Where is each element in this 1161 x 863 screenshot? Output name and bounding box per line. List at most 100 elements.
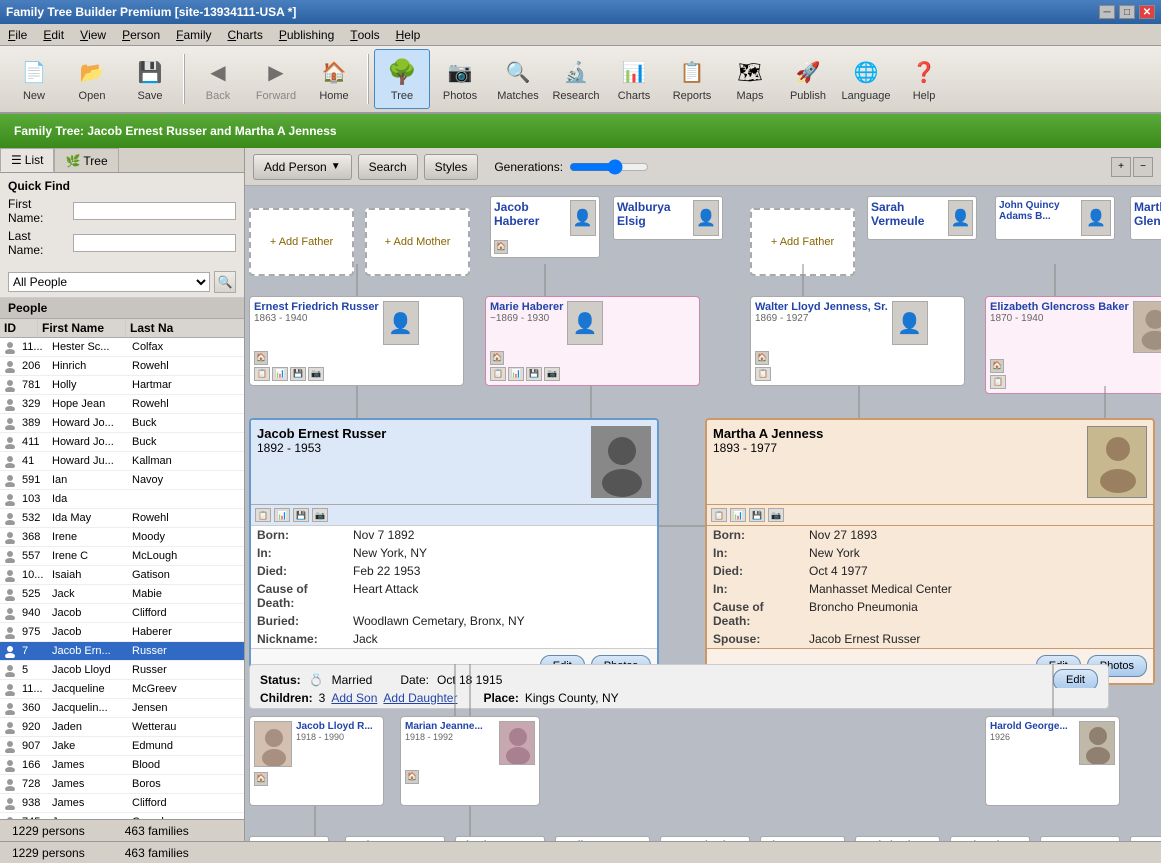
tree-canvas[interactable]: + Add Father + Add Mother Jacob Haberer … [245,186,1161,841]
martha-details-scroll[interactable]: Born: Nov 27 1893 In: New York Died: Oct… [707,526,1153,648]
gc-6-name[interactable]: Paul Lloyd Russer [860,840,935,841]
forward-button[interactable]: ▶ Forward [248,49,304,109]
tab-tree[interactable]: 🌿 Tree [54,148,118,172]
add-father-gp1[interactable]: + Add Father [249,208,354,276]
list-item[interactable]: 938 James Clifford [0,794,244,813]
gc-8-name[interactable]: Karen Ann Russer [1045,840,1115,841]
last-name-input[interactable] [73,234,236,252]
gp-sarah-name[interactable]: Sarah Vermeule [871,200,945,228]
zoom-out-btn[interactable]: − [1133,157,1153,177]
gc-9-name[interactable]: Maureen Teresa Russer [1135,840,1161,841]
gc-3-name[interactable]: Marilyn Ann Russer [560,840,645,841]
titlebar-controls[interactable]: ─ □ ✕ [1099,5,1155,19]
gc-5-name[interactable]: Diane Lynn Russer [765,840,840,841]
gp-john-quincy-name[interactable]: John Quincy Adams B... [999,200,1078,222]
research-button[interactable]: 🔬 Research [548,49,604,109]
gp-jacob-haberer-name[interactable]: Jacob Haberer [494,200,567,228]
walter-action-1[interactable]: 📋 [755,367,771,381]
list-item[interactable]: 10... Isaiah Gatison [0,566,244,585]
gc-7-name[interactable]: Kevin John Russer [955,840,1025,841]
matches-button[interactable]: 🔍 Matches [490,49,546,109]
jacob-act-1[interactable]: 📋 [255,508,271,522]
list-item[interactable]: 368 Irene Moody [0,528,244,547]
list-item[interactable]: 206 Hinrich Rowehl [0,357,244,376]
close-btn[interactable]: ✕ [1139,5,1155,19]
list-item[interactable]: 7 Jacob Ern... Russer [0,642,244,661]
list-item[interactable]: 103 Ida [0,490,244,509]
minimize-btn[interactable]: ─ [1099,5,1115,19]
list-item[interactable]: 907 Jake Edmund [0,737,244,756]
list-item[interactable]: 11... Jacqueline McGreev [0,680,244,699]
menu-family[interactable]: Family [168,24,219,45]
martha-act-4[interactable]: 📷 [768,508,784,522]
back-button[interactable]: ◀ Back [190,49,246,109]
list-item[interactable]: 532 Ida May Rowehl [0,509,244,528]
ernest-name[interactable]: Ernest Friedrich Russer [254,301,379,313]
marie-name[interactable]: Marie Haberer [490,301,563,313]
marie-action-4[interactable]: 📷 [544,367,560,381]
gc-2-name[interactable]: Lloyd W Russer [460,840,540,841]
ernest-action-2[interactable]: 📊 [272,367,288,381]
gp-martha-glencross-name[interactable]: Martha Glencross [1134,200,1161,228]
menu-person[interactable]: Person [114,24,168,45]
ernest-action-4[interactable]: 📷 [308,367,324,381]
gc-0-name[interactable]: s. Russer [254,840,324,841]
list-item[interactable]: 525 Jack Mabie [0,585,244,604]
martha-act-2[interactable]: 📊 [730,508,746,522]
list-item[interactable]: 11... Hester Sc... Colfax [0,338,244,357]
tab-list[interactable]: ☰ List [0,148,54,172]
marie-action-1[interactable]: 📋 [490,367,506,381]
menu-help[interactable]: Help [388,24,429,45]
language-button[interactable]: 🌐 Language [838,49,894,109]
list-item[interactable]: 591 Ian Navoy [0,471,244,490]
reports-button[interactable]: 📋 Reports [664,49,720,109]
list-item[interactable]: 975 Jacob Haberer [0,623,244,642]
add-father-gp2[interactable]: + Add Father [750,208,855,276]
list-item[interactable]: 728 James Boros [0,775,244,794]
martha-act-3[interactable]: 💾 [749,508,765,522]
jacob-act-2[interactable]: 📊 [274,508,290,522]
styles-btn[interactable]: Styles [424,154,479,180]
search-btn[interactable]: 🔍 [214,271,236,293]
jacob-name[interactable]: Jacob Ernest Russer [257,426,585,441]
list-item[interactable]: 41 Howard Ju... Kallman [0,452,244,471]
list-item[interactable]: 920 Jaden Wetterau [0,718,244,737]
child1-name[interactable]: Jacob Lloyd R... [296,721,373,732]
list-item[interactable]: 166 James Blood [0,756,244,775]
jacob-details-scroll[interactable]: Born: Nov 7 1892 In: New York, NY Died: … [251,526,657,648]
list-item[interactable]: 411 Howard Jo... Buck [0,433,244,452]
save-button[interactable]: 💾 Save [122,49,178,109]
add-daughter-link[interactable]: Add Daughter [383,691,457,705]
maps-button[interactable]: 🗺 Maps [722,49,778,109]
martha-name[interactable]: Martha A Jenness [713,426,1081,441]
gc-4-name[interactable]: James Lloyd Russer [665,840,745,841]
menu-tools[interactable]: Tools [342,24,387,45]
list-item[interactable]: 940 Jacob Clifford [0,604,244,623]
menu-file[interactable]: File [0,24,35,45]
ernest-action-3[interactable]: 💾 [290,367,306,381]
gc-1-name[interactable]: Barbara Jeanne Russer [350,840,440,841]
menu-view[interactable]: View [72,24,114,45]
menu-charts[interactable]: Charts [220,24,271,45]
add-son-link[interactable]: Add Son [331,691,377,705]
walter-name[interactable]: Walter Lloyd Jenness, Sr. [755,301,888,313]
jacob-act-3[interactable]: 💾 [293,508,309,522]
list-item[interactable]: 329 Hope Jean Rowehl [0,395,244,414]
first-name-input[interactable] [73,202,236,220]
list-item[interactable]: 781 Holly Hartmar [0,376,244,395]
menu-edit[interactable]: Edit [35,24,72,45]
ernest-action-1[interactable]: 📋 [254,367,270,381]
jacob-act-4[interactable]: 📷 [312,508,328,522]
add-person-btn[interactable]: Add Person ▼ [253,154,352,180]
elizabeth-action-1[interactable]: 📋 [990,375,1006,389]
martha-act-1[interactable]: 📋 [711,508,727,522]
publish-button[interactable]: 🚀 Publish [780,49,836,109]
list-item[interactable]: 5 Jacob Lloyd Russer [0,661,244,680]
help-button[interactable]: ❓ Help [896,49,952,109]
child3-name[interactable]: Harold George... [990,721,1075,732]
list-item[interactable]: 389 Howard Jo... Buck [0,414,244,433]
elizabeth-name[interactable]: Elizabeth Glencross Baker [990,301,1129,313]
maximize-btn[interactable]: □ [1119,5,1135,19]
people-filter-select[interactable]: All People Living Deceased [8,272,210,292]
list-item[interactable]: 557 Irene C McLough [0,547,244,566]
